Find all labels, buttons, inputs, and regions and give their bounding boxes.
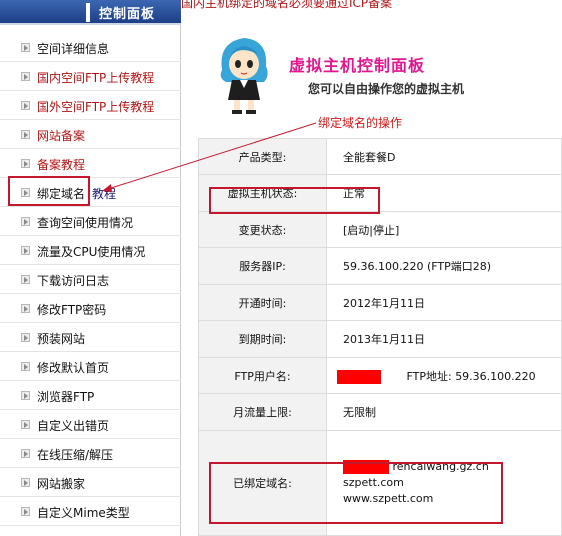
row-traffic-limit: 月流量上限: 无限制 (198, 393, 562, 431)
sidebar-item[interactable]: 查询空间使用情况 (0, 207, 181, 236)
product-type-value: 全能套餐D (326, 137, 562, 176)
row-open-time: 开通时间: 2012年1月11日 (198, 283, 562, 322)
sidebar-item[interactable]: 自定义出错页 (0, 410, 181, 439)
sidebar-item-label[interactable]: 备案教程 (37, 156, 85, 173)
sidebar-item-label[interactable]: 网站搬家 (37, 475, 85, 492)
arrow-bullet-icon (21, 72, 30, 81)
arrow-bullet-icon (21, 188, 30, 197)
arrow-bullet-icon (21, 420, 30, 429)
row-ftp-user: FTP用户名: FTP地址: 59.36.100.220 (198, 356, 562, 395)
sidebar-item-label[interactable]: 在线压缩/解压 (37, 446, 113, 463)
panel-title: 虚拟主机控制面板 (289, 56, 426, 75)
ftp-user-value: FTP地址: 59.36.100.220 (326, 356, 562, 395)
ftp-address: FTP地址: 59.36.100.220 (406, 369, 536, 383)
sidebar-item-label[interactable]: 自定义出错页 (37, 417, 109, 434)
host-status-value: 正常 (326, 174, 562, 212)
ftp-username-redaction (337, 369, 381, 384)
traffic-limit-value: 无限制 (326, 393, 562, 431)
sidebar-item[interactable]: 流量及CPU使用情况 (0, 236, 181, 265)
sidebar-item[interactable]: 浏览器FTP (0, 381, 181, 410)
sidebar-item-label[interactable]: 下载访问日志 (37, 272, 109, 289)
sidebar-item[interactable]: 下载访问日志 (0, 265, 181, 294)
header-divider (86, 3, 90, 22)
sidebar-item[interactable]: 空间详细信息 (0, 33, 181, 62)
arrow-bullet-icon (21, 130, 30, 139)
arrow-bullet-icon (21, 246, 30, 255)
sidebar-item[interactable]: 绑定域名 教程 (0, 178, 181, 207)
annotation-label: 绑定域名的操作 (318, 116, 403, 130)
sidebar-item-label[interactable]: 绑定域名 (37, 185, 85, 202)
arrow-bullet-icon (21, 507, 30, 516)
expire-time-label: 到期时间: (198, 320, 327, 358)
open-time-value: 2012年1月11日 (326, 283, 562, 322)
sidebar-title: 控制面板 (99, 7, 156, 22)
sidebar-item[interactable]: 网站备案 (0, 120, 181, 149)
domain-redaction (343, 459, 389, 474)
ftp-user-label: FTP用户名: (198, 356, 327, 395)
sidebar-item-label[interactable]: 国外空间FTP上传教程 (37, 98, 154, 115)
domain-entry: www.szpett.com (343, 491, 434, 505)
sidebar-item[interactable]: 预装网站 (0, 323, 181, 352)
arrow-bullet-icon (21, 391, 30, 400)
sidebar-item-label[interactable]: 浏览器FTP (37, 388, 94, 405)
arrow-bullet-icon (21, 101, 30, 110)
arrow-bullet-icon (21, 275, 30, 284)
sidebar-item-label[interactable]: 网站备案 (37, 127, 85, 144)
open-time-label: 开通时间: (198, 283, 327, 322)
panel-subtitle: 您可以自由操作您的虚拟主机 (308, 82, 465, 96)
sidebar-item-tutorial-link[interactable]: 教程 (92, 185, 116, 202)
domain-line: szpett.com (343, 475, 561, 491)
host-status-label: 虚拟主机状态: (198, 174, 327, 212)
bound-domains-label: 已绑定域名: (198, 429, 327, 536)
arrow-bullet-icon (21, 159, 30, 168)
arrow-bullet-icon (21, 333, 30, 342)
arrow-bullet-icon (21, 304, 30, 313)
row-host-status: 虚拟主机状态: 正常 (198, 174, 562, 212)
sidebar-item[interactable]: 国外空间FTP上传教程 (0, 91, 181, 120)
sidebar-item-label[interactable]: 国内空间FTP上传教程 (37, 69, 154, 86)
server-ip-label: 服务器IP: (198, 247, 327, 285)
mascot-illustration (220, 38, 268, 114)
sidebar-item-label[interactable]: 空间详细信息 (37, 40, 109, 57)
sidebar-item[interactable]: 修改默认首页 (0, 352, 181, 381)
arrow-bullet-icon (21, 217, 30, 226)
arrow-bullet-icon (21, 362, 30, 371)
sidebar-item-label[interactable]: 修改FTP密码 (37, 301, 106, 318)
arrow-bullet-icon (21, 43, 30, 52)
sidebar-item[interactable]: 在线压缩/解压 (0, 439, 181, 468)
sidebar: 控制面板 空间详细信息国内空间FTP上传教程 国外空间FTP上传教程 网站备案备案教… (0, 0, 181, 536)
row-bound-domains: 已绑定域名: rencaiwang.gz.cn szpett.com www.s… (198, 429, 562, 536)
sidebar-item[interactable]: 国内空间FTP上传教程 (0, 62, 181, 91)
row-expire-time: 到期时间: 2013年1月11日 (198, 320, 562, 358)
bound-domains-value: rencaiwang.gz.cn szpett.com www.szpett.c… (326, 429, 562, 536)
traffic-limit-label: 月流量上限: (198, 393, 327, 431)
sidebar-menu: 空间详细信息国内空间FTP上传教程 国外空间FTP上传教程 网站备案备案教程绑定域名… (0, 33, 181, 526)
expire-time-value: 2013年1月11日 (326, 320, 562, 358)
sidebar-item[interactable]: 自定义Mime类型 (0, 497, 181, 526)
row-change-status: 变更状态: [启动|停止] (198, 210, 562, 249)
sidebar-item-label[interactable]: 修改默认首页 (37, 359, 109, 376)
row-server-ip: 服务器IP: 59.36.100.220 (FTP端口28) (198, 247, 562, 285)
change-status-value[interactable]: [启动|停止] (326, 210, 562, 249)
row-product-type: 产品类型: 全能套餐D (198, 137, 562, 176)
domain-entry: szpett.com (343, 475, 404, 489)
arrow-bullet-icon (21, 478, 30, 487)
sidebar-item-label[interactable]: 预装网站 (37, 330, 85, 347)
domain-line: rencaiwang.gz.cn (343, 459, 561, 475)
change-status-label: 变更状态: (198, 210, 327, 249)
sidebar-item-label[interactable]: 查询空间使用情况 (37, 214, 133, 231)
product-type-label: 产品类型: (198, 137, 327, 176)
sidebar-item[interactable]: 网站搬家 (0, 468, 181, 497)
domain-line: www.szpett.com (343, 491, 561, 507)
domain-entry: rencaiwang.gz.cn (392, 459, 489, 473)
sidebar-item-label[interactable]: 流量及CPU使用情况 (37, 243, 145, 260)
sidebar-item-label[interactable]: 自定义Mime类型 (37, 504, 130, 521)
server-ip-value: 59.36.100.220 (FTP端口28) (326, 247, 562, 285)
icp-notice: 国内主机绑定的域名必须要通过ICP备案 (181, 0, 393, 10)
host-info-table: 产品类型: 全能套餐D 虚拟主机状态: 正常 变更状态: [启动|停止] 服务器… (198, 137, 562, 536)
sidebar-header: 控制面板 (0, 0, 181, 25)
sidebar-item[interactable]: 修改FTP密码 (0, 294, 181, 323)
arrow-bullet-icon (21, 449, 30, 458)
sidebar-item[interactable]: 备案教程 (0, 149, 181, 178)
